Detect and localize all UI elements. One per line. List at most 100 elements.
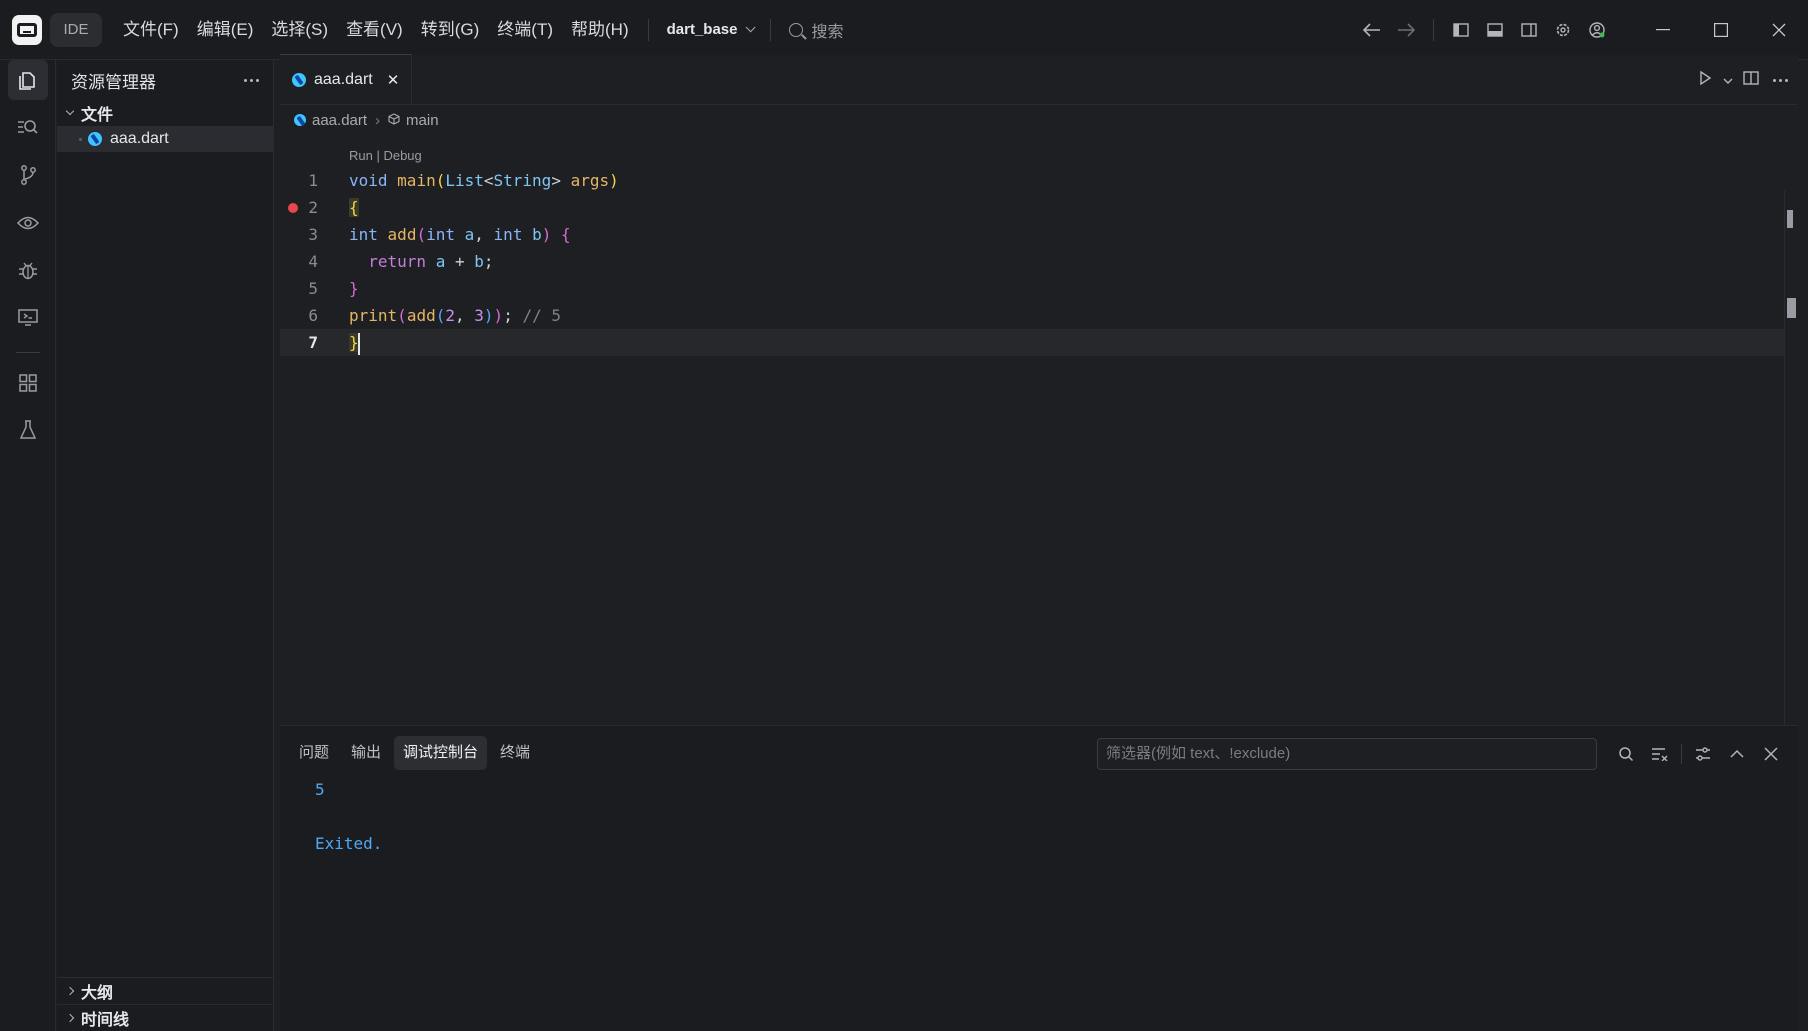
close-tab-icon[interactable]: ✕ (387, 71, 400, 89)
line-number: 2 (308, 198, 318, 217)
back-arrow-icon[interactable] (1355, 13, 1389, 47)
tab-debug-console[interactable]: 调试控制台 (394, 736, 488, 770)
more-actions-icon[interactable] (1773, 78, 1788, 82)
tab-output[interactable]: 输出 (342, 736, 390, 770)
explorer-icon[interactable] (8, 60, 48, 100)
close-window-button[interactable] (1750, 0, 1808, 60)
filter-input[interactable]: 筛选器(例如 text、!exclude) (1097, 738, 1597, 770)
account-icon[interactable] (1580, 13, 1614, 47)
chevron-right-icon (65, 986, 75, 996)
line-number: 3 (308, 225, 318, 244)
minimize-window-button[interactable] (1634, 0, 1692, 60)
codelens-run-debug[interactable]: Run | Debug (349, 145, 422, 167)
menu-selection[interactable]: 选择(S) (262, 13, 337, 47)
breadcrumb: aaa.dart › main (280, 105, 1798, 135)
more-actions-icon[interactable] (244, 78, 259, 82)
code-line: 1 void main(List<String> args) (280, 167, 1790, 194)
outline-section[interactable]: 大纲 (57, 977, 273, 1004)
code-line: 3 int add(int a, int b) { (280, 221, 1790, 248)
breadcrumb-symbol[interactable]: main (406, 112, 439, 129)
maximize-window-button[interactable] (1692, 0, 1750, 60)
divider (16, 352, 40, 353)
panel-settings-icon[interactable] (1690, 741, 1716, 767)
tab-aaa-dart[interactable]: aaa.dart ✕ (280, 54, 413, 104)
timeline-section[interactable]: 时间线 (57, 1004, 273, 1031)
debug-icon[interactable] (8, 250, 48, 290)
menu-edit[interactable]: 编辑(E) (188, 13, 263, 47)
menu-file[interactable]: 文件(F) (114, 13, 188, 47)
file-item[interactable]: aaa.dart (57, 126, 273, 152)
dart-file-icon (294, 114, 306, 126)
breadcrumb-file[interactable]: aaa.dart (312, 112, 367, 129)
code-text: } (349, 329, 360, 356)
run-icon[interactable] (1697, 70, 1713, 90)
menu-goto[interactable]: 转到(G) (412, 13, 489, 47)
code-line: 6 print(add(2, 3)); // 5 (280, 302, 1790, 329)
bottom-panel: 问题 输出 调试控制台 终端 筛选器(例如 text、!exclude) 5 E… (280, 725, 1798, 1031)
code-text: { (349, 198, 359, 217)
dart-file-icon (88, 132, 102, 146)
sidebar-sections: 大纲 时间线 (57, 977, 273, 1031)
tab-label: aaa.dart (314, 70, 373, 88)
debug-console-output: 5 Exited. (315, 776, 382, 857)
explorer-title: 资源管理器 (71, 72, 156, 92)
clear-console-icon[interactable] (1647, 741, 1673, 767)
cube-symbol-icon (388, 112, 400, 129)
title-bar-actions (1355, 0, 1808, 60)
remote-explorer-icon[interactable] (8, 203, 48, 243)
indent-dot (79, 137, 82, 141)
menu-terminal[interactable]: 终端(T) (488, 13, 562, 47)
editor-scrollbar[interactable] (1784, 190, 1798, 725)
close-panel-icon[interactable] (1758, 741, 1784, 767)
tab-problems[interactable]: 问题 (290, 736, 338, 770)
menu-help[interactable]: 帮助(H) (562, 13, 638, 47)
tab-terminal[interactable]: 终端 (491, 736, 539, 770)
editor-tabs: aaa.dart ✕ (280, 54, 1798, 105)
search-label: 搜索 (811, 23, 844, 41)
console-line: 5 (315, 780, 325, 799)
maximize-panel-icon[interactable] (1724, 741, 1750, 767)
panel-actions (1613, 738, 1784, 770)
scroll-marker (1787, 210, 1793, 228)
source-control-icon[interactable] (8, 155, 48, 195)
code-line-current: 7 } (280, 329, 1790, 356)
toggle-secondary-sidebar-icon[interactable] (1512, 13, 1546, 47)
line-number: 5 (308, 279, 318, 298)
search-icon[interactable] (1613, 741, 1639, 767)
chevron-down-icon (65, 106, 75, 116)
chevron-right-icon: › (375, 111, 381, 129)
code-text: void main(List<String> args) (349, 171, 619, 190)
menu-view[interactable]: 查看(V) (337, 13, 412, 47)
title-bar: IDE 文件(F) 编辑(E) 选择(S) 查看(V) 转到(G) 终端(T) … (0, 0, 1808, 60)
menu-bar: 文件(F) 编辑(E) 选择(S) 查看(V) 转到(G) 终端(T) 帮助(H… (114, 13, 638, 47)
toggle-panel-icon[interactable] (1478, 13, 1512, 47)
code-line: 2 { (280, 194, 1790, 221)
folder-root[interactable]: 文件 (57, 100, 273, 126)
extensions-icon[interactable] (8, 363, 48, 403)
divider (1681, 744, 1682, 764)
command-search[interactable]: 搜索 (789, 18, 844, 42)
explorer-header: 资源管理器 (57, 60, 273, 100)
chevron-right-icon (65, 1013, 75, 1023)
outline-label: 大纲 (81, 985, 114, 1002)
chevron-down-icon[interactable] (1723, 72, 1733, 89)
app-logo: IDE (12, 12, 102, 47)
search-replace-icon[interactable] (8, 107, 48, 147)
text-cursor (357, 332, 360, 355)
settings-gear-icon[interactable] (1546, 13, 1580, 47)
toggle-primary-sidebar-icon[interactable] (1444, 13, 1478, 47)
line-number: 6 (308, 306, 318, 325)
folder-label: 文件 (81, 107, 114, 124)
project-selector[interactable]: dart_base (659, 21, 761, 38)
chevron-down-icon (746, 22, 757, 33)
remote-monitor-icon[interactable] (8, 297, 48, 337)
divider (1433, 19, 1434, 41)
split-editor-icon[interactable] (1743, 71, 1759, 89)
ide-label: IDE (50, 12, 102, 47)
dart-file-icon (292, 72, 306, 87)
project-name: dart_base (666, 21, 738, 38)
app-logo-icon (12, 14, 42, 45)
code-text: print(add(2, 3)); // 5 (349, 306, 561, 325)
testing-flask-icon[interactable] (8, 410, 48, 450)
forward-arrow-icon[interactable] (1389, 13, 1423, 47)
